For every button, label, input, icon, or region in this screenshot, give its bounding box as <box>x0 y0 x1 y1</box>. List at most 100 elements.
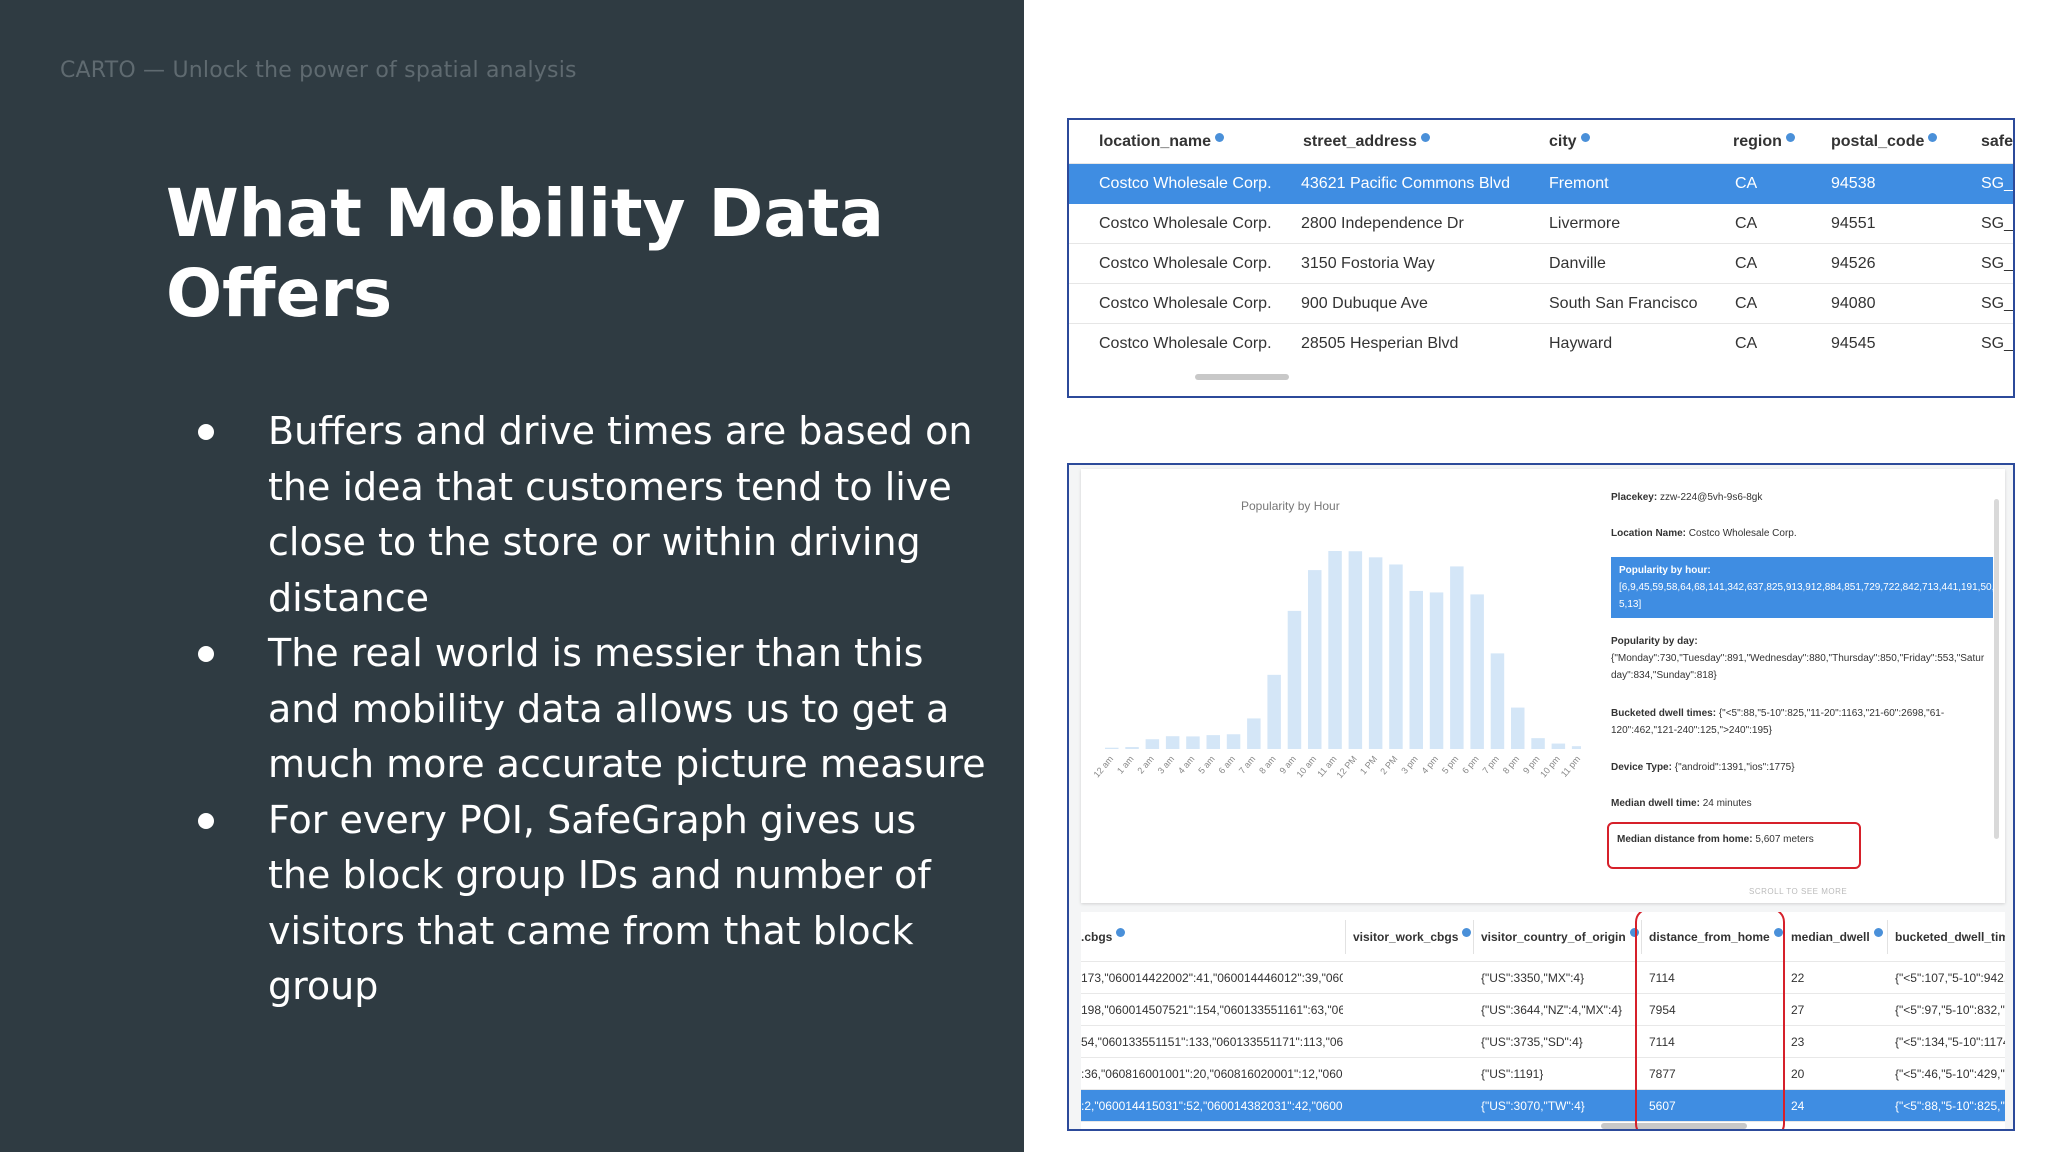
x-tick-label: 11 pm <box>1559 754 1581 779</box>
bullet-item: The real world is messier than this and … <box>190 626 990 793</box>
table-row[interactable]: :36,"060816001001":20,"060816020001":12,… <box>1081 1058 2005 1090</box>
poi-popup: Popularity by Hour 12 am 1 am 2 am 3 am 4 am… <box>1081 469 2005 903</box>
chart-bar[interactable] <box>1551 743 1566 749</box>
info-icon[interactable] <box>1928 133 1938 142</box>
popularity-by-hour-chart: 12 am 1 am 2 am 3 am 4 am 5 am 6 am 7 am 8 am 9 a… <box>1092 551 1581 780</box>
chart-bar[interactable] <box>1226 734 1241 749</box>
chart-bar[interactable] <box>1308 570 1322 749</box>
chart-bar[interactable] <box>1186 736 1200 749</box>
bullet-dot-icon <box>198 424 214 440</box>
x-tick-label: 6 pm <box>1460 754 1481 776</box>
location-name-row: Location Name: Costco Wholesale Corp. <box>1611 528 1797 539</box>
chart-bar[interactable] <box>1247 718 1261 749</box>
chart-bar[interactable] <box>1531 738 1545 749</box>
chart-bar[interactable] <box>1571 746 1581 749</box>
chart-bar[interactable] <box>1368 557 1383 749</box>
brand-tagline: CARTO — Unlock the power of spatial anal… <box>60 58 577 83</box>
x-tick-label: 3 am <box>1156 754 1177 776</box>
x-tick-label: 6 am <box>1217 754 1238 776</box>
x-tick-label: 8 pm <box>1501 754 1522 776</box>
x-tick-label: 4 pm <box>1420 754 1441 776</box>
chart-bar[interactable] <box>1429 592 1444 749</box>
chart-bar[interactable] <box>1165 736 1180 749</box>
x-tick-label: 8 am <box>1257 754 1278 776</box>
chart-bar[interactable] <box>1328 551 1342 749</box>
table-row[interactable]: 198,"060014507521":154,"060133551161":63… <box>1081 994 2005 1026</box>
column-header-region[interactable]: region <box>1733 120 1795 163</box>
chart-bar[interactable] <box>1125 747 1139 749</box>
device-type-row: Device Type: {"android":1391,"ios":1775} <box>1611 762 1795 773</box>
chart-bar[interactable] <box>1389 564 1403 749</box>
column-header-safegraph[interactable]: safe <box>1981 120 2013 163</box>
bullet-dot-icon <box>198 812 214 829</box>
info-icon[interactable] <box>1215 133 1225 142</box>
column-header-postal-code[interactable]: postal_code <box>1831 120 1938 163</box>
popularity-by-hour-row: Popularity by hour: [6,9,45,59,58,64,68,… <box>1611 557 2000 618</box>
x-tick-label: 5 am <box>1196 754 1217 776</box>
chart-bar[interactable] <box>1511 707 1525 749</box>
median-dwell-row: Median dwell time: 24 minutes <box>1611 798 1752 809</box>
column-header-bucketed-dwell[interactable]: bucketed_dwell_times <box>1887 912 2005 961</box>
chart-bar[interactable] <box>1348 551 1363 749</box>
chart-bar[interactable] <box>1145 739 1160 749</box>
chart-bar[interactable] <box>1450 566 1464 749</box>
column-header-cbgs[interactable]: .cbgs <box>1081 912 1126 961</box>
x-tick-label: 3 pm <box>1399 754 1420 776</box>
slide-title-line-2: Offers <box>166 255 393 332</box>
column-header-city[interactable]: city <box>1549 120 1590 163</box>
chart-bar[interactable] <box>1105 747 1119 749</box>
table-row[interactable]: Costco Wholesale Corp. 28505 Hesperian B… <box>1069 324 2013 364</box>
info-icon[interactable] <box>1873 928 1883 937</box>
x-tick-label: 5 pm <box>1440 754 1461 776</box>
column-header-median-dwell[interactable]: median_dwell <box>1783 912 1883 961</box>
table-row[interactable]: Costco Wholesale Corp. 900 Dubuque Ave S… <box>1069 284 2013 324</box>
scroll-hint: SCROLL TO SEE MORE <box>1749 887 1848 896</box>
highlight-box-median-distance <box>1607 822 1861 869</box>
x-tick-label: 10 pm <box>1538 754 1562 780</box>
info-icon[interactable] <box>1462 928 1472 937</box>
column-header-location-name[interactable]: location_name <box>1099 120 1225 163</box>
chart-bar[interactable] <box>1490 653 1505 749</box>
bullet-text: The real world is messier than this and … <box>268 631 986 786</box>
x-tick-label: 1 am <box>1115 754 1136 776</box>
visits-table: .cbgs visitor_work_cbgs visitor_country_… <box>1081 912 2005 1129</box>
poi-table: location_name street_address city region… <box>1067 118 2015 398</box>
chart-title: Popularity by Hour <box>1241 499 1340 513</box>
table-row[interactable]: Costco Wholesale Corp. 43621 Pacific Com… <box>1069 164 2013 204</box>
bullet-text: Buffers and drive times are based on the… <box>268 409 973 620</box>
chart-bar[interactable] <box>1206 735 1221 749</box>
info-icon[interactable] <box>1785 133 1795 142</box>
table-row[interactable]: Costco Wholesale Corp. 3150 Fostoria Way… <box>1069 244 2013 284</box>
bullet-list: Buffers and drive times are based on the… <box>190 404 990 1015</box>
horizontal-scrollbar[interactable] <box>1195 374 1289 380</box>
column-header-street-address[interactable]: street_address <box>1303 120 1430 163</box>
poi-detail-panel: Popularity by Hour 12 am 1 am 2 am 3 am 4 am… <box>1067 463 2015 1131</box>
bullet-text: For every POI, SafeGraph gives us the bl… <box>268 797 931 1009</box>
chart-bar[interactable] <box>1409 590 1424 749</box>
slide-title-line-1: What Mobility Data <box>166 175 884 252</box>
table-row[interactable]: Costco Wholesale Corp. 2800 Independence… <box>1069 204 2013 244</box>
table-row[interactable]: 54,"060133551151":133,"060133551171":113… <box>1081 1026 2005 1058</box>
column-header-visitor-country[interactable]: visitor_country_of_origin <box>1473 912 1639 961</box>
popularity-by-day-row: Popularity by day: {"Monday":730,"Tuesda… <box>1611 636 1985 681</box>
visits-table-header: .cbgs visitor_work_cbgs visitor_country_… <box>1081 912 2005 962</box>
info-icon[interactable] <box>1116 928 1126 937</box>
placekey-row: Placekey: zzw-224@5vh-9s6-8gk <box>1611 492 1763 503</box>
chart-bar[interactable] <box>1287 610 1302 749</box>
bucketed-dwell-row: Bucketed dwell times: {"<5":88,"5-10":82… <box>1611 708 1945 736</box>
x-tick-label: 2 am <box>1135 754 1156 776</box>
vertical-scrollbar[interactable] <box>1994 499 1999 839</box>
slide-left-panel: CARTO — Unlock the power of spatial anal… <box>0 0 1024 1152</box>
column-header-visitor-work-cbgs[interactable]: visitor_work_cbgs <box>1345 912 1472 961</box>
info-icon[interactable] <box>1420 133 1430 142</box>
x-tick-label: 10 am <box>1295 754 1319 780</box>
table-row[interactable]: 173,"060014422002":41,"060014446012":39,… <box>1081 962 2005 994</box>
info-icon[interactable] <box>1580 133 1590 142</box>
table-row[interactable]: :2,"060014415031":52,"060014382031":42,"… <box>1081 1090 2005 1122</box>
x-tick-label: 12 am <box>1092 754 1116 780</box>
chart-bar[interactable] <box>1470 594 1484 749</box>
bullet-item: Buffers and drive times are based on the… <box>190 404 990 626</box>
poi-table-header: location_name street_address city region… <box>1069 120 2013 164</box>
chart-bar[interactable] <box>1267 674 1281 749</box>
x-tick-label: 2 PM <box>1378 754 1399 777</box>
